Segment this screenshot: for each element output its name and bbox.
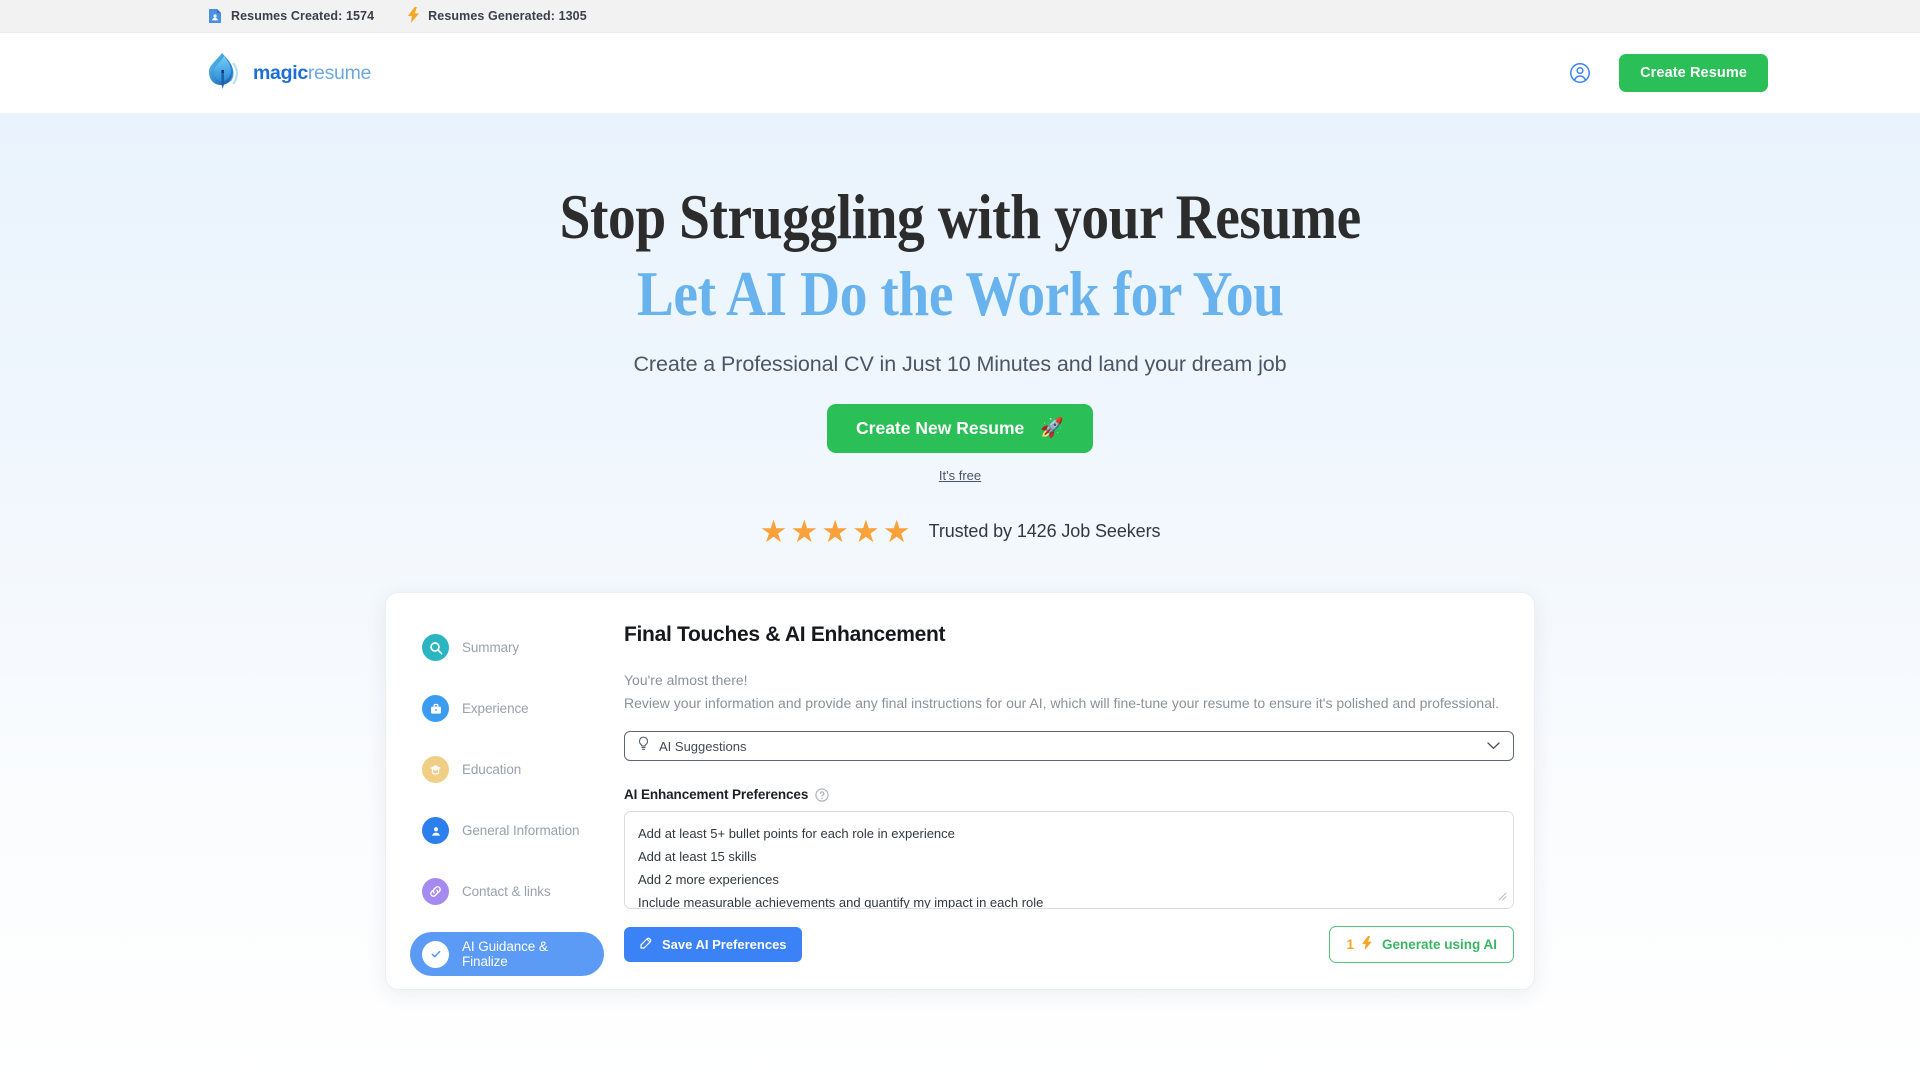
- brand-logo[interactable]: magicresume: [202, 50, 371, 96]
- create-resume-button[interactable]: Create Resume: [1619, 54, 1768, 92]
- flame-pen-logo-icon: [202, 50, 244, 96]
- stat-label: Resumes Generated: 1305: [428, 9, 587, 23]
- create-new-resume-button[interactable]: Create New Resume 🚀: [827, 404, 1093, 453]
- panel-description: You're almost there! Review your informa…: [624, 669, 1514, 714]
- sidebar-item-ai-guidance-finalize[interactable]: AI Guidance & Finalize: [410, 932, 604, 976]
- resume-builder-card: Summary Experience Education General Inf…: [385, 592, 1535, 991]
- brand-secondary: resume: [307, 61, 372, 84]
- stat-label: Resumes Created: 1574: [231, 9, 375, 23]
- headline-line-1: Stop Struggling with your Resume: [559, 182, 1361, 252]
- save-ai-preferences-button[interactable]: Save AI Preferences: [624, 927, 802, 963]
- hero-section: Stop Struggling with your Resume Let AI …: [0, 113, 1920, 1080]
- generate-using-ai-button[interactable]: 1 Generate using AI: [1329, 926, 1514, 964]
- sidebar-item-label: General Information: [462, 823, 580, 838]
- chevron-down-icon: [1487, 737, 1500, 755]
- panel-actions: Save AI Preferences 1 Generate using AI: [624, 926, 1514, 964]
- star-icon: ★: [852, 514, 880, 549]
- builder-panel: Final Touches & AI Enhancement You're al…: [604, 619, 1534, 989]
- sidebar-item-education[interactable]: Education: [410, 749, 604, 790]
- generate-using-ai-label: Generate using AI: [1381, 937, 1497, 953]
- user-circle-icon: [422, 817, 449, 844]
- preferences-label-row: AI Enhancement Preferences: [624, 787, 1514, 802]
- sidebar-item-label: Education: [462, 762, 522, 777]
- header-actions: Create Resume: [1569, 54, 1768, 92]
- account-circle-icon[interactable]: [1569, 62, 1591, 84]
- lightbulb-icon: [637, 736, 650, 756]
- sidebar-item-label: Contact & links: [462, 884, 551, 899]
- lightning-bolt-icon: [408, 6, 420, 26]
- document-icon: [208, 8, 222, 24]
- sidebar-item-label: Summary: [462, 640, 520, 655]
- lightning-bolt-icon: [1362, 936, 1372, 953]
- sidebar-item-experience[interactable]: Experience: [410, 688, 604, 729]
- rocket-icon: 🚀: [1040, 418, 1064, 439]
- trust-text: Trusted by 1426 Job Seekers: [928, 521, 1161, 541]
- social-proof: ★ ★ ★ ★ ★ Trusted by 1426 Job Seekers: [760, 516, 1161, 547]
- page-root: Resumes Created: 1574 Resumes Generated:…: [0, 0, 1920, 1080]
- its-free-link[interactable]: It's free: [939, 468, 981, 483]
- page-title: Stop Struggling with your Resume Let AI …: [559, 182, 1361, 329]
- brand-text: magicresume: [253, 62, 371, 85]
- hero-subtitle: Create a Professional CV in Just 10 Minu…: [633, 352, 1287, 376]
- generate-credit-count: 1: [1346, 937, 1354, 953]
- star-icon: ★: [759, 514, 788, 549]
- top-stats-bar: Resumes Created: 1574 Resumes Generated:…: [0, 0, 1920, 33]
- builder-step-sidebar: Summary Experience Education General Inf…: [386, 619, 604, 989]
- headline-line-2: Let AI Do the Work for You: [636, 259, 1284, 329]
- sidebar-item-label: AI Guidance & Finalize: [462, 939, 548, 969]
- stat-resumes-created: Resumes Created: 1574: [208, 8, 374, 24]
- star-icon: ★: [882, 514, 911, 549]
- brand-primary: magic: [253, 61, 308, 84]
- sidebar-item-summary[interactable]: Summary: [410, 627, 604, 668]
- ai-suggestions-select[interactable]: AI Suggestions: [624, 731, 1514, 762]
- panel-title: Final Touches & AI Enhancement: [624, 623, 946, 646]
- check-circle-icon: [422, 940, 449, 968]
- sidebar-item-label: Experience: [462, 701, 529, 716]
- preferences-label: AI Enhancement Preferences: [624, 787, 809, 803]
- briefcase-icon: [422, 695, 449, 722]
- create-new-resume-label: Create New Resume: [856, 418, 1025, 438]
- edit-pencil-icon: [639, 936, 653, 953]
- link-icon: [422, 878, 449, 905]
- search-icon: [422, 634, 449, 661]
- ai-preferences-textarea[interactable]: Add at least 5+ bullet points for each r…: [624, 811, 1514, 910]
- save-ai-preferences-label: Save AI Preferences: [662, 937, 787, 953]
- ai-suggestions-value: AI Suggestions: [659, 738, 747, 754]
- rating-stars: ★ ★ ★ ★ ★: [760, 516, 911, 547]
- help-circle-icon[interactable]: [815, 788, 829, 802]
- panel-description-line-1: You're almost there!: [624, 672, 748, 688]
- star-icon: ★: [821, 514, 849, 549]
- stat-resumes-generated: Resumes Generated: 1305: [408, 6, 587, 26]
- graduation-cap-icon: [422, 756, 449, 783]
- panel-description-line-2: Review your information and provide any …: [624, 694, 1500, 711]
- site-header: magicresume Create Resume: [0, 33, 1920, 113]
- sidebar-item-contact-links[interactable]: Contact & links: [410, 871, 604, 912]
- star-icon: ★: [790, 514, 819, 549]
- sidebar-item-general-information[interactable]: General Information: [410, 810, 604, 851]
